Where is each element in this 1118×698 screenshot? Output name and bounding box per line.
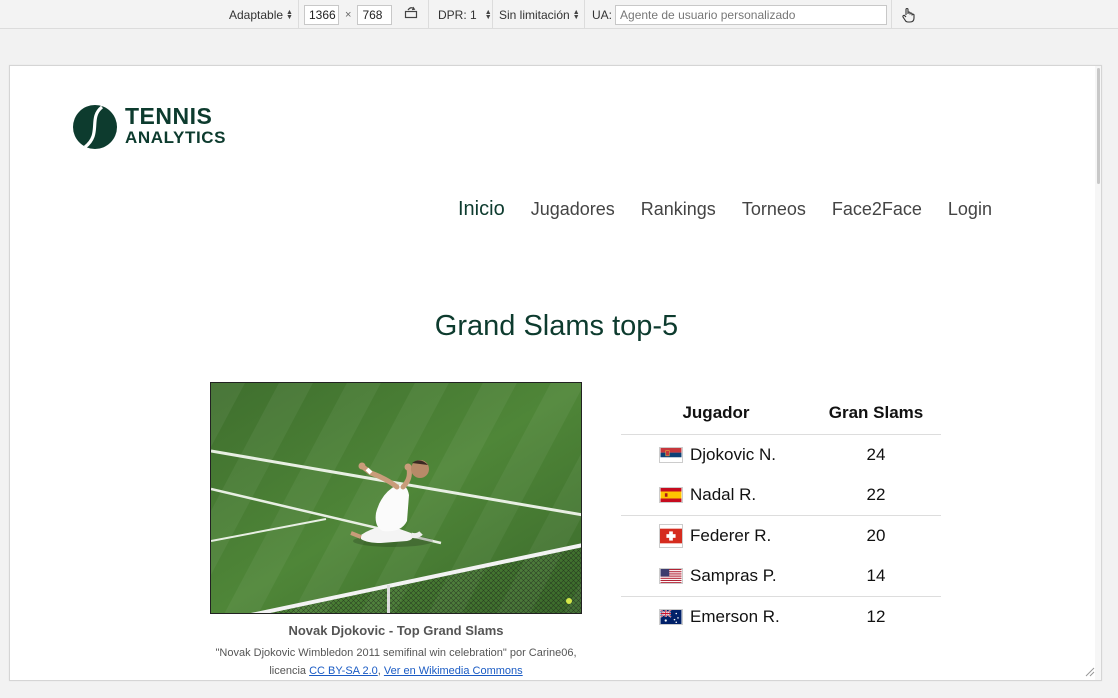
- slam-count: 22: [866, 484, 886, 504]
- touch-icon[interactable]: [901, 5, 915, 25]
- logo-line2: ANALYTICS: [125, 128, 227, 147]
- photo-credit: "Novak Djokovic Wimbledon 2011 semifinal…: [210, 644, 582, 680]
- table-row: Djokovic N. 24: [621, 434, 941, 475]
- wikimedia-commons-link[interactable]: Ver en Wikimedia Commons: [384, 665, 523, 677]
- switzerland-flag-icon: [659, 523, 683, 548]
- player-name: Emerson R.: [690, 606, 780, 626]
- usa-flag-icon: [659, 567, 683, 584]
- toolbar-divider: [428, 0, 429, 29]
- nav-jugadores[interactable]: Jugadores: [531, 199, 615, 220]
- page-scrollbar[interactable]: [1095, 66, 1101, 680]
- grand-slams-table: Jugador Gran Slams Djokovic N. 24 Nadal …: [621, 393, 941, 637]
- scroll-thumb[interactable]: [1097, 68, 1100, 184]
- serbia-flag-icon: [659, 446, 683, 463]
- spain-flag-icon: [659, 486, 683, 503]
- throttle-select[interactable]: Sin limitación ▲ ▼: [499, 5, 580, 25]
- player-name: Nadal R.: [690, 484, 757, 504]
- dimension-times: ×: [345, 9, 352, 21]
- table-row: Emerson R. 12: [621, 595, 941, 637]
- photo-title: Novak Djokovic - Top Grand Slams: [288, 623, 504, 638]
- toolbar-divider: [891, 0, 892, 29]
- viewport-height-input[interactable]: 768: [357, 5, 393, 25]
- device-mode-select[interactable]: Adaptable ▲ ▼: [229, 5, 293, 25]
- nav-face2face[interactable]: Face2Face: [832, 199, 922, 220]
- updown-icon: ▲ ▼: [286, 9, 293, 21]
- nav-torneos[interactable]: Torneos: [742, 199, 806, 220]
- slam-count: 12: [811, 595, 941, 637]
- table-row: Federer R. 20: [621, 514, 941, 556]
- header-jugador: Jugador: [682, 403, 750, 423]
- player-name: Djokovic N.: [690, 444, 776, 464]
- nav-inicio[interactable]: Inicio: [458, 198, 505, 221]
- throttle-label: Sin limitación: [499, 8, 570, 22]
- logo-line1: TENNIS: [125, 103, 213, 129]
- australia-flag-icon: [659, 608, 683, 625]
- table-row: Sampras P. 14: [621, 556, 941, 597]
- updown-icon: ▲ ▼: [572, 9, 580, 21]
- photo-credit-text: "Novak Djokovic Wimbledon 2011 semifinal…: [215, 647, 577, 659]
- table-row: Nadal R. 22: [621, 475, 941, 516]
- slam-count: 24: [866, 444, 886, 464]
- license-link[interactable]: CC BY-SA 2.0: [309, 665, 378, 677]
- toolbar-divider: [492, 0, 493, 29]
- updown-icon: ▲ ▼: [484, 9, 492, 21]
- license-prefix: licencia: [269, 665, 307, 677]
- devtools-toolbar: Adaptable ▲ ▼ 1366 × 768 DPR: 1 ▲ ▼ Sin li…: [0, 0, 1118, 29]
- main-nav: Inicio Jugadores Rankings Torneos Face2F…: [458, 194, 1018, 221]
- photo-caption: Novak Djokovic - Top Grand Slams "Novak …: [210, 623, 582, 680]
- site-logo[interactable]: TENNIS ANALYTICS: [72, 104, 226, 150]
- resize-grip-icon[interactable]: [1085, 667, 1095, 677]
- device-mode-label: Adaptable: [229, 8, 284, 22]
- slam-count: 20: [811, 514, 941, 556]
- toolbar-divider: [298, 0, 299, 29]
- djokovic-photo: [210, 382, 582, 614]
- player-name: Sampras P.: [690, 565, 777, 585]
- ua-label: UA:: [592, 8, 613, 22]
- nav-login[interactable]: Login: [948, 199, 992, 220]
- rotate-icon[interactable]: [404, 5, 418, 25]
- nav-rankings[interactable]: Rankings: [641, 199, 716, 220]
- dpr-select[interactable]: DPR: 1 ▲ ▼: [438, 5, 492, 25]
- viewport-width-input[interactable]: 1366: [304, 5, 339, 25]
- header-gran-slams: Gran Slams: [828, 403, 924, 423]
- player-name: Federer R.: [690, 525, 772, 545]
- page-viewport: TENNIS ANALYTICS Inicio Jugadores Rankin…: [9, 65, 1102, 681]
- section-title: Grand Slams top-5: [434, 310, 679, 342]
- toolbar-divider: [584, 0, 585, 29]
- user-agent-input[interactable]: Agente de usuario personalizado: [615, 5, 888, 25]
- dpr-label: DPR: 1: [438, 8, 477, 22]
- slam-count: 14: [866, 565, 886, 585]
- tennis-ball-logo-icon: [73, 105, 117, 149]
